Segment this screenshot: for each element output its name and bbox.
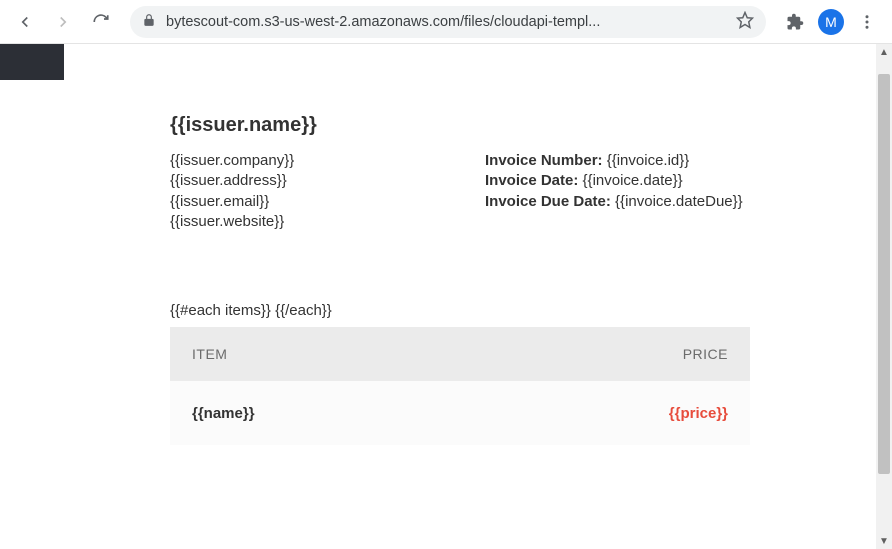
- forward-icon: [54, 13, 72, 31]
- issuer-address: {{issuer.address}}: [170, 171, 425, 191]
- menu-button[interactable]: [852, 7, 882, 37]
- profile-avatar[interactable]: M: [818, 9, 844, 35]
- page-viewport: {{issuer.name}} {{issuer.company}} {{iss…: [0, 44, 892, 549]
- scroll-up-icon[interactable]: ▲: [876, 44, 892, 60]
- invoice-date-value: {{invoice.date}}: [583, 172, 683, 189]
- issuer-block: {{issuer.company}} {{issuer.address}} {{…: [170, 151, 425, 232]
- invoice-due-label: Invoice Due Date:: [485, 193, 611, 210]
- issuer-company: {{issuer.company}}: [170, 151, 425, 171]
- extensions-button[interactable]: [780, 7, 810, 37]
- row-item-price: {{price}}: [669, 405, 728, 422]
- invoice-date-row: Invoice Date: {{invoice.date}}: [485, 171, 743, 191]
- invoice-date-label: Invoice Date:: [485, 172, 578, 189]
- invoice-due-value: {{invoice.dateDue}}: [615, 193, 743, 210]
- invoice-meta: Invoice Number: {{invoice.id}} Invoice D…: [485, 151, 743, 232]
- scrollbar-track[interactable]: ▲ ▼: [876, 44, 892, 549]
- items-table-header: ITEM PRICE: [170, 327, 750, 381]
- lock-icon: [142, 13, 156, 31]
- header-columns: {{issuer.company}} {{issuer.address}} {{…: [170, 151, 750, 232]
- issuer-email: {{issuer.email}}: [170, 192, 425, 212]
- forward-button[interactable]: [48, 7, 78, 37]
- back-icon: [16, 13, 34, 31]
- kebab-icon: [858, 13, 876, 31]
- col-item-label: ITEM: [192, 346, 227, 362]
- extensions-icon: [786, 13, 804, 31]
- items-table-row: {{name}} {{price}}: [170, 381, 750, 445]
- back-button[interactable]: [10, 7, 40, 37]
- reload-icon: [92, 13, 110, 31]
- col-price-label: PRICE: [683, 346, 728, 362]
- browser-toolbar: bytescout-com.s3-us-west-2.amazonaws.com…: [0, 0, 892, 44]
- issuer-website: {{issuer.website}}: [170, 212, 425, 232]
- issuer-name-heading: {{issuer.name}}: [170, 114, 750, 137]
- dark-corner-box: [0, 44, 64, 80]
- invoice-due-row: Invoice Due Date: {{invoice.dateDue}}: [485, 192, 743, 212]
- each-helper-line: {{#each items}} {{/each}}: [170, 302, 750, 319]
- scrollbar-thumb[interactable]: [878, 74, 890, 474]
- invoice-number-row: Invoice Number: {{invoice.id}}: [485, 151, 743, 171]
- reload-button[interactable]: [86, 7, 116, 37]
- scroll-down-icon[interactable]: ▼: [876, 533, 892, 549]
- invoice-number-label: Invoice Number:: [485, 152, 603, 169]
- star-icon[interactable]: [736, 11, 754, 33]
- url-text: bytescout-com.s3-us-west-2.amazonaws.com…: [166, 14, 726, 30]
- address-bar[interactable]: bytescout-com.s3-us-west-2.amazonaws.com…: [130, 6, 766, 38]
- invoice-template: {{issuer.name}} {{issuer.company}} {{iss…: [170, 114, 750, 445]
- invoice-number-value: {{invoice.id}}: [607, 152, 690, 169]
- avatar-letter: M: [825, 14, 837, 30]
- row-item-name: {{name}}: [192, 405, 255, 422]
